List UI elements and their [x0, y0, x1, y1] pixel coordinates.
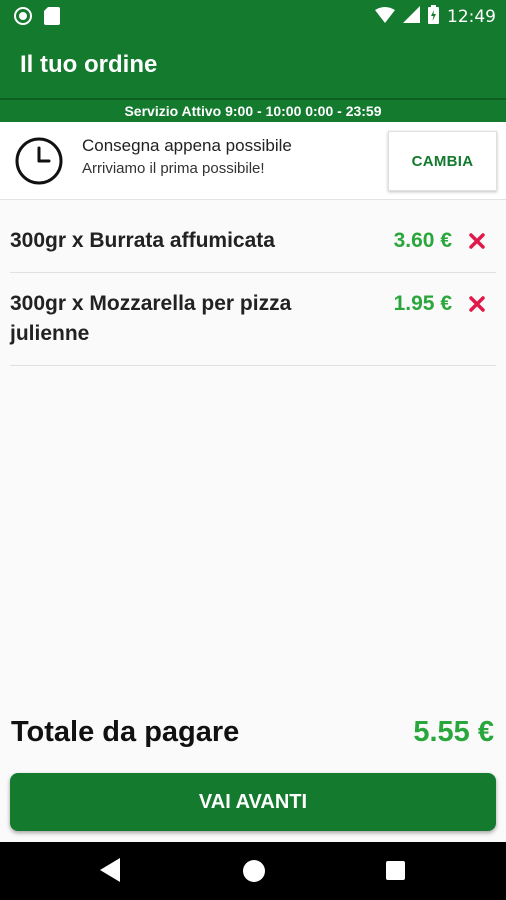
remove-item-icon[interactable]: [466, 293, 488, 315]
signal-icon: [403, 6, 420, 28]
status-time: 12:49: [447, 7, 496, 27]
change-delivery-button[interactable]: CAMBIA: [388, 131, 497, 191]
wifi-icon: [375, 6, 395, 28]
page-title: Il tuo ordine: [20, 51, 158, 78]
clock-icon: [14, 136, 64, 191]
next-button[interactable]: VAI AVANTI: [10, 773, 496, 831]
delivery-time-section: Consegna appena possibile Arriviamo il p…: [0, 122, 506, 200]
item-name: 300gr x Mozzarella per pizza julienne: [10, 292, 292, 345]
total-value: 5.55 €: [413, 716, 494, 748]
order-items-list: 300gr x Burrata affumicata 3.60 € 300gr …: [10, 210, 496, 366]
navigation-bar: [0, 842, 506, 900]
home-icon[interactable]: [243, 860, 265, 882]
delivery-subtitle: Arriviamo il prima possibile!: [82, 160, 265, 177]
circle-notification-icon: [14, 7, 32, 30]
app-bar: Il tuo ordine: [0, 34, 506, 98]
item-price: 1.95 €: [393, 292, 452, 315]
service-hours-banner: Servizio Attivo 9:00 - 10:00 0:00 - 23:5…: [0, 98, 506, 122]
sd-card-icon: [44, 7, 60, 30]
recents-icon[interactable]: [386, 861, 405, 880]
battery-charging-icon: [428, 5, 439, 29]
list-item: 300gr x Burrata affumicata 3.60 €: [10, 210, 496, 273]
item-price: 3.60 €: [393, 229, 452, 252]
item-name: 300gr x Burrata affumicata: [10, 229, 275, 252]
remove-item-icon[interactable]: [466, 230, 488, 252]
status-bar: 12:49: [0, 0, 506, 34]
list-item: 300gr x Mozzarella per pizza julienne 1.…: [10, 273, 496, 366]
delivery-title: Consegna appena possibile: [82, 136, 292, 155]
total-label: Totale da pagare: [11, 716, 240, 748]
back-icon[interactable]: [100, 858, 120, 887]
